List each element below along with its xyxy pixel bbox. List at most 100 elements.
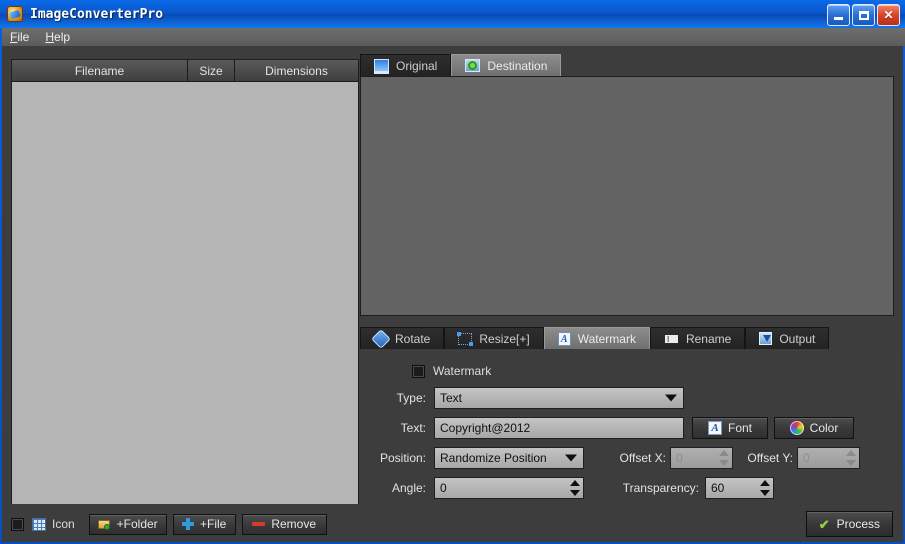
title-bar: ImageConverterPro ✕ [0,0,905,28]
stepper-down-icon[interactable] [719,460,729,466]
transparency-label: Transparency: [622,481,699,495]
tab-rotate-label: Rotate [395,331,431,346]
tab-output[interactable]: Output [745,327,830,349]
minimize-icon [834,16,843,20]
process-button-label: Process [836,517,880,531]
grid-icon [32,517,46,531]
tab-original[interactable]: Original [360,54,452,76]
rotate-icon [371,328,391,349]
image-refresh-icon [465,59,481,72]
menu-item-file[interactable]: File [10,30,29,44]
tab-output-label: Output [779,331,816,346]
chevron-down-icon [665,394,677,402]
client-area: Filename Size Dimensions Icon +Folder +F… [2,46,903,542]
watermark-text-input[interactable]: Copyright@2012 [434,417,684,439]
icon-view-checkbox[interactable] [11,517,24,531]
close-icon: ✕ [883,8,894,22]
text-row: Text: Copyright@2012 A Font Color [360,413,894,443]
stepper-up-icon[interactable] [719,450,729,456]
check-icon: ✔ [818,516,830,532]
remove-button[interactable]: Remove [241,513,327,535]
stepper-up-icon[interactable] [760,480,770,486]
watermark-a-icon: A [557,331,571,346]
maximize-button[interactable] [852,4,875,26]
title-bar-left: ImageConverterPro [0,6,163,22]
watermark-enable-checkbox[interactable] [412,364,425,378]
preview-tab-bar: Original Destination [360,54,894,76]
minus-icon [252,522,266,526]
resize-icon [457,331,474,346]
text-label: Text: [400,421,426,435]
stepper-up-icon[interactable] [570,480,580,486]
tab-rename[interactable]: I Rename [649,327,746,349]
tab-destination[interactable]: Destination [451,54,562,76]
maximize-icon [858,10,869,20]
column-header-dimensions[interactable]: Dimensions [235,60,358,81]
position-row: Position: Randomize Position Offset X: 0… [360,443,894,473]
column-header-filename[interactable]: Filename [12,60,188,81]
tab-destination-label: Destination [487,58,548,73]
tab-watermark[interactable]: A Watermark [543,327,650,349]
menu-item-help[interactable]: Help [45,30,70,44]
file-list-header: Filename Size Dimensions [12,60,358,82]
position-value: Randomize Position [440,451,547,465]
add-folder-label: +Folder [116,517,158,531]
image-preview-area[interactable] [360,76,894,316]
window-title: ImageConverterPro [30,6,164,22]
chevron-down-icon [565,454,577,462]
stepper-down-icon[interactable] [570,490,580,496]
remove-label: Remove [271,517,317,531]
output-folder-icon [759,332,773,345]
color-button[interactable]: Color [774,417,854,439]
monitor-icon [374,59,389,74]
watermark-settings-panel: Watermark Type: Text Text: Copyright@201… [360,349,894,503]
process-button-wrap: ✔ Process [805,511,893,537]
file-list-panel: Filename Size Dimensions [11,59,359,504]
offset-x-stepper[interactable]: 0 [670,447,733,469]
transparency-value: 60 [711,481,725,495]
add-file-label: +File [200,517,227,531]
plus-icon [182,518,195,530]
offset-y-value: 0 [803,451,810,465]
tab-watermark-label: Watermark [577,331,636,346]
stepper-down-icon[interactable] [846,460,856,466]
file-list-body[interactable] [12,82,358,504]
stepper-up-icon[interactable] [846,450,856,456]
transparency-stepper[interactable]: 60 [705,477,774,499]
font-button[interactable]: A Font [692,417,768,439]
offset-y-stepper[interactable]: 0 [797,447,860,469]
font-a-icon: A [707,421,722,435]
icon-view-label: Icon [52,517,75,531]
tab-resize[interactable]: Resize[+] [444,327,544,349]
settings-tab-bar: Rotate Resize[+] A Watermark I Rename Ou… [360,327,894,349]
app-logo-icon [7,6,23,22]
offset-y-label: Offset Y: [747,451,793,465]
add-file-button[interactable]: +File [172,513,236,535]
type-select[interactable]: Text [434,387,684,409]
folder-add-icon [97,518,111,530]
color-button-label: Color [809,421,839,435]
angle-stepper[interactable]: 0 [434,477,584,499]
watermark-text-value: Copyright@2012 [440,421,531,435]
menu-item-help-label: elp [54,30,71,44]
column-header-size[interactable]: Size [188,60,235,81]
minimize-button[interactable] [827,4,850,26]
process-button[interactable]: ✔ Process [805,511,893,537]
rename-field-icon: I [663,333,679,344]
tab-resize-label: Resize[+] [479,331,530,346]
file-actions-toolbar: Icon +Folder +File Remove [11,512,359,536]
angle-label: Angle: [391,481,426,495]
window-controls: ✕ [827,4,900,26]
position-select[interactable]: Randomize Position [434,447,584,469]
watermark-enable-label: Watermark [433,364,492,378]
stepper-down-icon[interactable] [760,490,770,496]
type-label: Type: [396,391,426,405]
add-folder-button[interactable]: +Folder [88,513,167,535]
tab-rotate[interactable]: Rotate [360,327,445,349]
angle-value: 0 [440,481,447,495]
offset-x-value: 0 [676,451,683,465]
watermark-enable-row: Watermark [360,359,894,383]
menu-item-file-label: ile [17,30,30,44]
right-panel: Original Destination Rotate Resize[+] A … [360,54,894,536]
close-button[interactable]: ✕ [877,4,900,26]
